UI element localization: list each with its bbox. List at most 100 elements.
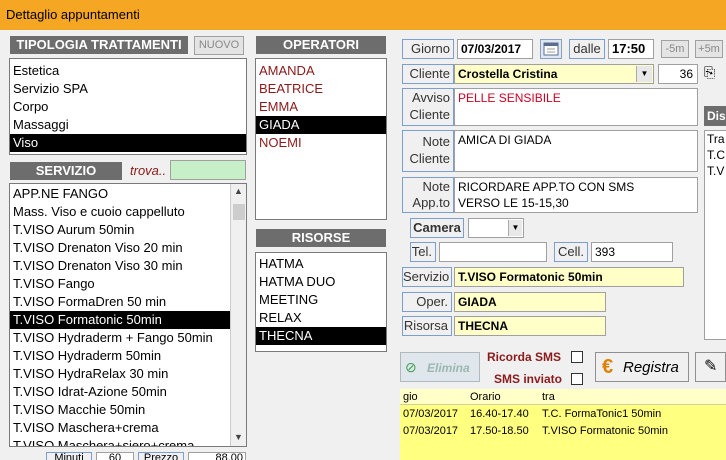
scroll-up-icon[interactable]: ▲: [234, 186, 243, 196]
side-item[interactable]: T.V: [707, 163, 726, 179]
grid-cell: 17.50-18.50: [470, 425, 529, 437]
minuti-value[interactable]: 60: [96, 452, 134, 460]
tipologia-item[interactable]: Massaggi: [10, 116, 246, 134]
servizio-item[interactable]: T.VISO Fango: [10, 275, 246, 293]
plus5-button[interactable]: +5m: [695, 40, 723, 58]
risorsa-item[interactable]: HATMA: [256, 255, 386, 273]
scroll-down-icon[interactable]: ▼: [234, 432, 243, 442]
cliente-label: Cliente: [402, 64, 454, 84]
grid-header: gio: [403, 391, 418, 403]
tipologia-list: Estetica Servizio SPA Corpo Massaggi Vis…: [9, 58, 247, 155]
avviso-label-line2: Cliente: [409, 107, 450, 122]
risorsa-item[interactable]: HATMA DUO: [256, 273, 386, 291]
elimina-label: Elimina: [427, 361, 470, 375]
grid-cell: 07/03/2017: [403, 425, 459, 437]
registra-button[interactable]: € Registra: [595, 352, 689, 382]
tipologia-item[interactable]: Estetica: [10, 62, 246, 80]
servizio-label: Servizio: [402, 267, 452, 287]
tipologia-header: TIPOLOGIA TRATTAMENTI: [10, 36, 188, 54]
grid-header: Orario: [470, 391, 501, 403]
operatore-item[interactable]: NOEMI: [256, 134, 386, 152]
cliente-select[interactable]: Crostella Cristina: [454, 64, 654, 84]
risorse-list: HATMA HATMA DUO MEETING RELAX THECNA: [255, 252, 387, 352]
side-list: Tra T.C T.V: [704, 130, 726, 340]
note-app-field[interactable]: RICORDARE APP.TO CON SMS VERSO LE 15-15,…: [454, 177, 698, 213]
sms-inviato-checkbox[interactable]: [571, 373, 583, 385]
cell-label: Cell.: [554, 242, 588, 262]
cell-field[interactable]: 393: [591, 242, 673, 262]
tipologia-item[interactable]: Servizio SPA: [10, 80, 246, 98]
operatori-header: OPERATORI: [256, 36, 386, 54]
oper-label: Oper.: [402, 292, 452, 312]
tel-label: Tel.: [410, 242, 436, 262]
dalle-field[interactable]: 17:50: [608, 39, 654, 59]
trova-input[interactable]: [170, 160, 246, 180]
scroll-thumb[interactable]: [233, 204, 245, 220]
ricorda-sms-label: Ricorda SMS: [487, 350, 562, 364]
risorsa-field[interactable]: THECNA: [454, 316, 606, 336]
operatore-item[interactable]: EMMA: [256, 98, 386, 116]
servizio-item[interactable]: T.VISO Drenaton Viso 30 min: [10, 257, 246, 275]
client-card-icon[interactable]: ⎘: [704, 64, 726, 84]
risorse-header: RISORSE: [256, 229, 386, 247]
servizio-item[interactable]: T.VISO Hydraderm + Fango 50min: [10, 329, 246, 347]
nuovo-button[interactable]: NUOVO: [194, 36, 244, 55]
servizio-item[interactable]: T.VISO Aurum 50min: [10, 221, 246, 239]
note-cliente-label-line2: Cliente: [409, 151, 450, 166]
avviso-field[interactable]: PELLE SENSIBILE: [454, 88, 698, 126]
camera-chevron-icon[interactable]: ▼: [508, 220, 522, 236]
cliente-number: 36: [658, 64, 698, 84]
elimina-button[interactable]: ⊘ Elimina: [400, 352, 480, 382]
risorsa-label: Risorsa: [402, 316, 452, 336]
tipologia-item-selected[interactable]: Viso: [10, 134, 246, 152]
chevron-down-icon[interactable]: ▼: [636, 66, 652, 82]
servizio-item-selected[interactable]: T.VISO Formatonic 50min: [10, 311, 230, 329]
registra-label: Registra: [623, 359, 679, 376]
servizio-item[interactable]: T.VISO Macchie 50min: [10, 401, 246, 419]
risorsa-item[interactable]: RELAX: [256, 309, 386, 327]
table-row[interactable]: 07/03/2017 16.40-17.40 T.C. FormaTonic1 …: [400, 406, 726, 423]
table-row[interactable]: 07/03/2017 17.50-18.50 T.VISO Formatonic…: [400, 423, 726, 440]
oper-field[interactable]: GIADA: [454, 292, 606, 312]
giorno-label: Giorno: [402, 39, 454, 59]
grid-cell: 07/03/2017: [403, 408, 459, 420]
calendar-button[interactable]: [540, 39, 562, 59]
servizio-item[interactable]: T.VISO Maschera+siero+crema: [10, 437, 246, 446]
prezzo-value[interactable]: 88,00: [188, 452, 246, 460]
servizio-field[interactable]: T.VISO Formatonic 50min: [454, 267, 684, 287]
dis-header: Dis: [704, 106, 726, 126]
edit-pencil-icon[interactable]: ✎: [695, 352, 726, 382]
risorsa-item-selected[interactable]: THECNA: [256, 327, 386, 345]
servizio-item[interactable]: T.VISO FormaDren 50 min: [10, 293, 246, 311]
note-app-label-line2: App.to: [412, 195, 450, 210]
note-cliente-field[interactable]: AMICA DI GIADA: [454, 130, 698, 172]
minuti-label: Minuti: [46, 452, 92, 460]
side-tra-label: Tra: [707, 132, 725, 146]
servizio-list: APP.NE FANGO Mass. Viso e cuoio cappellu…: [9, 183, 247, 447]
servizio-scrollbar[interactable]: ▲ ▼: [230, 184, 246, 446]
avviso-label-line1: Avviso: [411, 90, 450, 105]
servizio-item[interactable]: T.VISO Drenaton Viso 20 min: [10, 239, 246, 257]
operatore-item[interactable]: AMANDA: [256, 62, 386, 80]
operatore-item[interactable]: BEATRICE: [256, 80, 386, 98]
risorsa-item[interactable]: MEETING: [256, 291, 386, 309]
ricorda-sms-checkbox[interactable]: [571, 351, 583, 363]
elimina-icon: ⊘: [405, 359, 417, 375]
servizio-item[interactable]: APP.NE FANGO: [10, 185, 246, 203]
tipologia-item[interactable]: Corpo: [10, 98, 246, 116]
giorno-field[interactable]: 07/03/2017: [457, 39, 533, 59]
tel-field[interactable]: [439, 242, 547, 262]
minus5-button[interactable]: -5m: [661, 40, 689, 58]
note-app-line2: VERSO LE 15-15,30: [458, 196, 569, 210]
servizio-item[interactable]: T.VISO Idrat-Azione 50min: [10, 383, 246, 401]
servizio-item[interactable]: T.VISO Maschera+crema: [10, 419, 246, 437]
servizio-item[interactable]: Mass. Viso e cuoio cappelluto: [10, 203, 246, 221]
servizio-item[interactable]: T.VISO Hydraderm 50min: [10, 347, 246, 365]
operatore-item-selected[interactable]: GIADA: [256, 116, 386, 134]
window-titlebar: Dettaglio appuntamenti: [0, 0, 726, 30]
servizio-item[interactable]: T.VISO HydraRelax 30 min: [10, 365, 246, 383]
trova-label: trova..: [130, 163, 167, 178]
note-cliente-label-line1: Note: [422, 134, 450, 149]
dalle-label: dalle: [569, 39, 605, 59]
side-item[interactable]: T.C: [707, 147, 726, 163]
